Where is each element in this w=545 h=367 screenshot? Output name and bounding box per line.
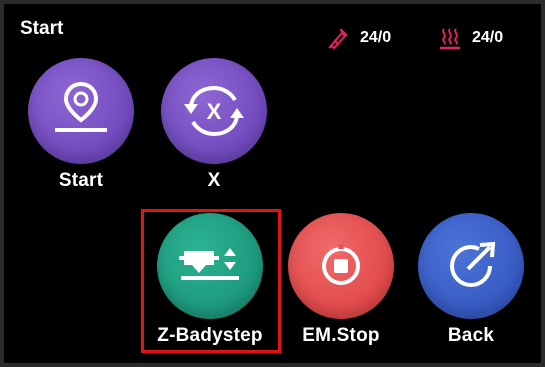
heated-bed-icon bbox=[438, 26, 462, 50]
back-button[interactable]: Back bbox=[417, 213, 525, 347]
start-button[interactable]: Start bbox=[27, 58, 135, 192]
back-button-label: Back bbox=[447, 325, 495, 346]
nozzle-temp-value: 24/0 bbox=[360, 29, 392, 46]
nozzle-temp-status: 24/0 bbox=[326, 26, 391, 50]
back-arrow-icon bbox=[449, 241, 496, 288]
x-button-label: X bbox=[207, 170, 221, 191]
svg-text:X: X bbox=[207, 99, 222, 124]
touch-screen: Start 24/0 24/0 Start X X Z-Badystep EM.… bbox=[4, 4, 541, 363]
emergency-stop-button-label: EM.Stop bbox=[302, 325, 380, 346]
start-button-circle[interactable] bbox=[28, 58, 134, 164]
start-button-label: Start bbox=[58, 170, 104, 191]
start-pin-icon bbox=[55, 81, 107, 132]
selection-highlight bbox=[141, 209, 281, 353]
bed-temp-value: 24/0 bbox=[472, 29, 504, 46]
emergency-stop-button-circle[interactable] bbox=[288, 213, 394, 319]
bed-temp-status: 24/0 bbox=[438, 26, 503, 50]
page-title: Start bbox=[20, 18, 64, 39]
stop-icon bbox=[322, 244, 360, 285]
emergency-stop-button[interactable]: EM.Stop bbox=[287, 213, 395, 347]
x-button-circle[interactable]: X bbox=[161, 58, 267, 164]
x-rotate-icon: X bbox=[184, 85, 244, 137]
back-button-circle[interactable] bbox=[418, 213, 524, 319]
x-button[interactable]: X X bbox=[160, 58, 268, 192]
nozzle-icon bbox=[326, 26, 350, 50]
